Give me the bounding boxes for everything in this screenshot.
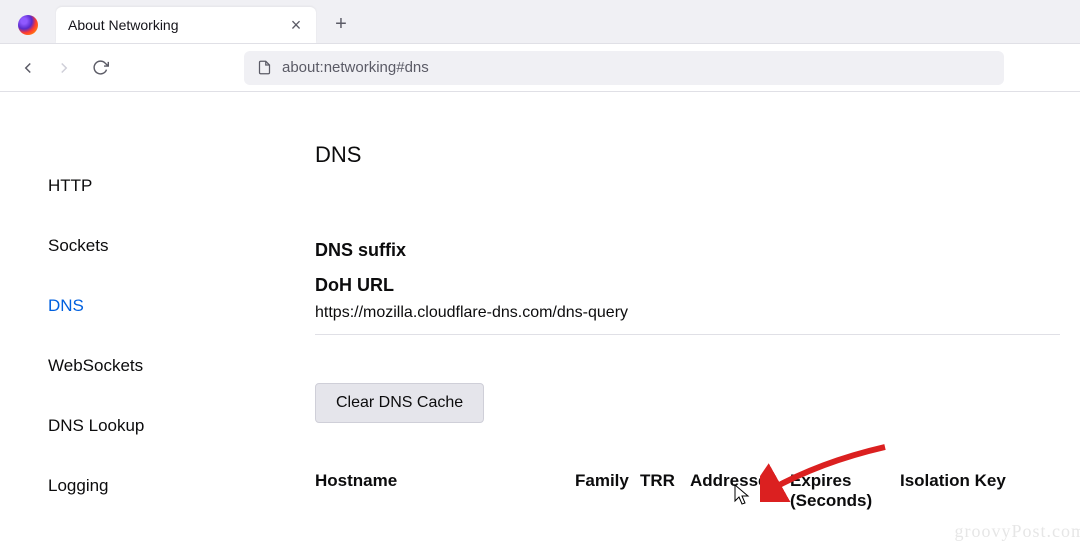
tab-strip: About Networking × + [0, 0, 1080, 44]
reload-button[interactable] [84, 52, 116, 84]
tab-title: About Networking [68, 17, 280, 33]
sidebar-item-websockets[interactable]: WebSockets [48, 352, 245, 380]
main-panel: DNS DNS suffix DoH URL https://mozilla.c… [245, 92, 1080, 544]
table-header: Hostname Family TRR Addresses Expires (S… [315, 471, 1060, 512]
th-addresses: Addresses [690, 471, 790, 512]
doh-url-value: https://mozilla.cloudflare-dns.com/dns-q… [315, 304, 1060, 335]
watermark: groovyPost.com [954, 521, 1080, 542]
url-text: about:networking#dns [282, 59, 429, 76]
sidebar-item-dnslookup[interactable]: DNS Lookup [48, 412, 245, 440]
url-bar[interactable]: about:networking#dns [244, 51, 1004, 85]
back-button[interactable] [12, 52, 44, 84]
sidebar-item-http[interactable]: HTTP [48, 172, 245, 200]
browser-tab[interactable]: About Networking × [56, 7, 316, 43]
content: HTTP Sockets DNS WebSockets DNS Lookup L… [0, 92, 1080, 544]
doh-url-label: DoH URL [315, 275, 1060, 296]
new-tab-button[interactable]: + [326, 10, 356, 40]
app-icon [8, 15, 48, 35]
dns-suffix-label: DNS suffix [315, 240, 1060, 261]
page-title: DNS [315, 142, 1060, 168]
sidebar: HTTP Sockets DNS WebSockets DNS Lookup L… [0, 92, 245, 544]
sidebar-item-sockets[interactable]: Sockets [48, 232, 245, 260]
toolbar: about:networking#dns [0, 44, 1080, 92]
th-trr: TRR [640, 471, 690, 512]
clear-dns-cache-button[interactable]: Clear DNS Cache [315, 383, 484, 423]
th-family: Family [575, 471, 640, 512]
close-icon[interactable]: × [288, 17, 304, 33]
th-hostname: Hostname [315, 471, 575, 512]
th-isolation: Isolation Key [900, 471, 1060, 512]
firefox-icon [18, 15, 38, 35]
sidebar-item-dns[interactable]: DNS [48, 292, 245, 320]
th-expires: Expires (Seconds) [790, 471, 900, 512]
page-icon [256, 60, 272, 76]
sidebar-item-logging[interactable]: Logging [48, 472, 245, 500]
forward-button[interactable] [48, 52, 80, 84]
